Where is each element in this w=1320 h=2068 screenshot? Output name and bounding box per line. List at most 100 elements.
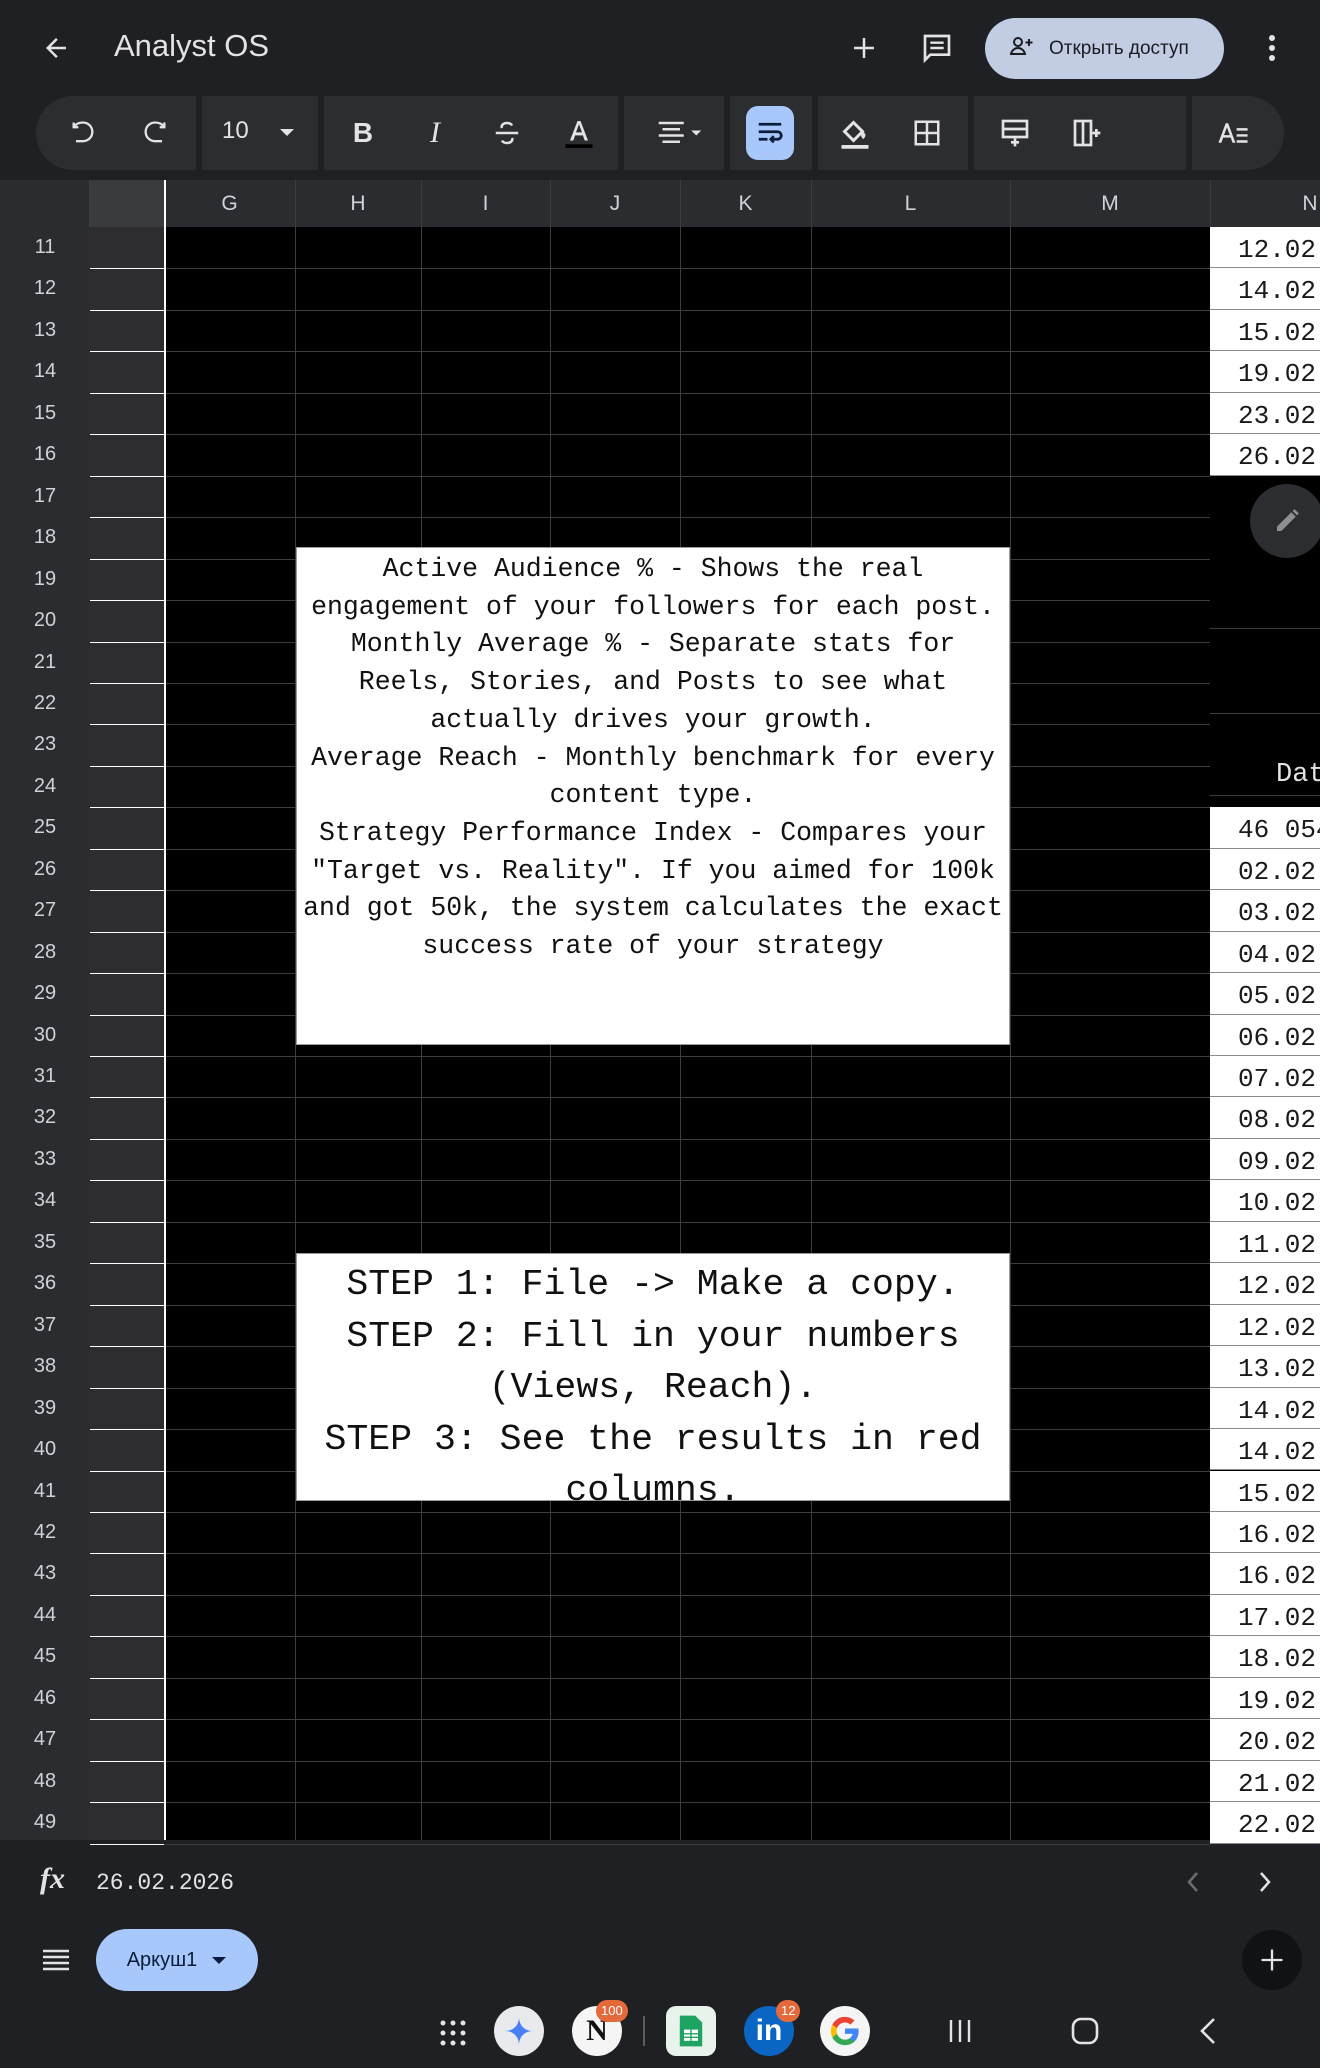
plus-icon[interactable] <box>842 26 886 70</box>
insert-column-icon[interactable] <box>1062 108 1112 158</box>
chevron-down-icon[interactable] <box>262 108 312 158</box>
row-number[interactable]: 47 <box>0 1728 90 1751</box>
redo-icon[interactable] <box>130 108 180 158</box>
italic-icon[interactable]: I <box>410 108 460 158</box>
date-cell[interactable]: 26.02. <box>1210 434 1320 476</box>
date-cell[interactable]: 08.02. <box>1210 1097 1320 1139</box>
row-number[interactable]: 43 <box>0 1562 90 1585</box>
add-sheet-icon[interactable] <box>1242 1930 1302 1990</box>
comment-icon[interactable] <box>915 26 959 70</box>
row-number[interactable]: 33 <box>0 1148 90 1171</box>
row-number[interactable]: 42 <box>0 1521 90 1544</box>
text-wrap-icon[interactable] <box>746 106 794 160</box>
share-button[interactable]: Открыть доступ <box>985 18 1224 79</box>
date-cell[interactable]: 20.02. <box>1210 1719 1320 1761</box>
row-number[interactable]: 39 <box>0 1397 90 1420</box>
strikethrough-icon[interactable] <box>482 108 532 158</box>
sheets-app-icon[interactable] <box>666 2006 716 2056</box>
row-number[interactable]: 30 <box>0 1024 90 1047</box>
date-cell[interactable]: 06.02. <box>1210 1014 1320 1056</box>
row-number[interactable]: 16 <box>0 443 90 466</box>
date-cell[interactable]: 11.02. <box>1210 1221 1320 1264</box>
date-cell[interactable]: 15.02. <box>1210 1470 1320 1512</box>
google-app-icon[interactable] <box>820 2006 870 2056</box>
document-title[interactable]: Analyst OS <box>114 28 269 64</box>
column-header-g[interactable]: G <box>164 180 295 227</box>
date-cell[interactable]: 18.02. <box>1210 1636 1320 1678</box>
row-number[interactable]: 40 <box>0 1438 90 1461</box>
home-icon[interactable] <box>1070 2016 1100 2046</box>
date-cell[interactable]: 09.02. <box>1210 1138 1320 1181</box>
row-number[interactable]: 29 <box>0 982 90 1005</box>
system-back-icon[interactable] <box>1196 2016 1220 2046</box>
date-cell[interactable]: 12.02. <box>1210 1263 1320 1305</box>
recent-apps-icon[interactable] <box>948 2016 972 2046</box>
back-arrow-icon[interactable] <box>34 26 78 70</box>
text-format-icon[interactable] <box>1208 108 1258 158</box>
date-cell[interactable]: 16.02. <box>1210 1511 1320 1554</box>
merged-black-cell[interactable] <box>1210 628 1320 714</box>
date-cell[interactable]: 21.02. <box>1210 1760 1320 1803</box>
date-cell[interactable]: 05.02. <box>1210 973 1320 1015</box>
font-size-value[interactable]: 10 <box>222 117 249 145</box>
edit-pencil-icon[interactable] <box>1250 484 1320 558</box>
date-cell[interactable]: 15.02. <box>1210 309 1320 352</box>
column-header-m[interactable]: M <box>1010 180 1210 227</box>
row-number[interactable]: 22 <box>0 692 90 715</box>
row-number[interactable]: 14 <box>0 360 90 383</box>
date-cell[interactable]: 19.02. <box>1210 1677 1320 1720</box>
row-number[interactable]: 48 <box>0 1770 90 1793</box>
date-cell[interactable]: 19.02. <box>1210 351 1320 393</box>
row-number[interactable]: 31 <box>0 1065 90 1088</box>
row-number[interactable]: 45 <box>0 1645 90 1668</box>
row-number[interactable]: 36 <box>0 1272 90 1295</box>
borders-icon[interactable] <box>902 108 952 158</box>
row-number[interactable]: 19 <box>0 568 90 591</box>
row-number[interactable]: 27 <box>0 899 90 922</box>
date-cell[interactable]: 12.02. <box>1210 227 1320 269</box>
info-text-box[interactable]: Active Audience % - Shows the real engag… <box>296 547 1010 1045</box>
date-cell[interactable]: 17.02. <box>1210 1594 1320 1637</box>
app-drawer-icon[interactable] <box>438 2018 468 2048</box>
row-number[interactable]: 41 <box>0 1480 90 1503</box>
date-cell[interactable]: 03.02. <box>1210 890 1320 932</box>
row-number[interactable]: 25 <box>0 816 90 839</box>
row-number[interactable]: 34 <box>0 1189 90 1212</box>
row-number[interactable]: 18 <box>0 526 90 549</box>
row-number[interactable]: 24 <box>0 775 90 798</box>
row-number[interactable]: 13 <box>0 319 90 342</box>
chevron-right-icon[interactable] <box>1250 1862 1280 1902</box>
row-number[interactable]: 38 <box>0 1355 90 1378</box>
column-header-k[interactable]: K <box>680 180 811 227</box>
row-number[interactable]: 44 <box>0 1604 90 1627</box>
align-icon[interactable] <box>648 108 712 158</box>
more-vert-icon[interactable] <box>1252 26 1292 70</box>
column-header-h[interactable]: H <box>295 180 421 227</box>
date-cell[interactable]: 13.02. <box>1210 1346 1320 1388</box>
column-header-l[interactable]: L <box>811 180 1010 227</box>
sheet-tab-active[interactable]: Аркуш1 <box>96 1929 258 1991</box>
date-cell[interactable]: 10.02. <box>1210 1180 1320 1222</box>
date-cell[interactable]: 22.02. <box>1210 1802 1320 1844</box>
date-cell[interactable]: 16.02. <box>1210 1553 1320 1595</box>
fill-color-icon[interactable] <box>830 108 880 158</box>
row-number[interactable]: 32 <box>0 1106 90 1129</box>
column-header-f[interactable] <box>90 180 164 227</box>
row-number[interactable]: 12 <box>0 277 90 300</box>
bold-icon[interactable]: B <box>338 108 388 158</box>
row-number[interactable]: 15 <box>0 402 90 425</box>
row-number[interactable]: 11 <box>0 236 90 259</box>
date-cell[interactable]: 12.02. <box>1210 1304 1320 1347</box>
gemini-app-icon[interactable] <box>494 2006 544 2056</box>
row-number[interactable]: 23 <box>0 733 90 756</box>
column-header-j[interactable]: J <box>550 180 680 227</box>
column-header-n[interactable]: N <box>1210 180 1320 227</box>
steps-text-box[interactable]: STEP 1: File -> Make a copy. STEP 2: Fil… <box>296 1253 1010 1511</box>
row-number[interactable]: 46 <box>0 1687 90 1710</box>
sheet-list-icon[interactable] <box>36 1940 76 1980</box>
row-number[interactable]: 26 <box>0 858 90 881</box>
row-number[interactable]: 28 <box>0 941 90 964</box>
insert-row-icon[interactable] <box>990 108 1040 158</box>
row-number[interactable]: 35 <box>0 1231 90 1254</box>
select-all-corner[interactable] <box>0 180 90 227</box>
